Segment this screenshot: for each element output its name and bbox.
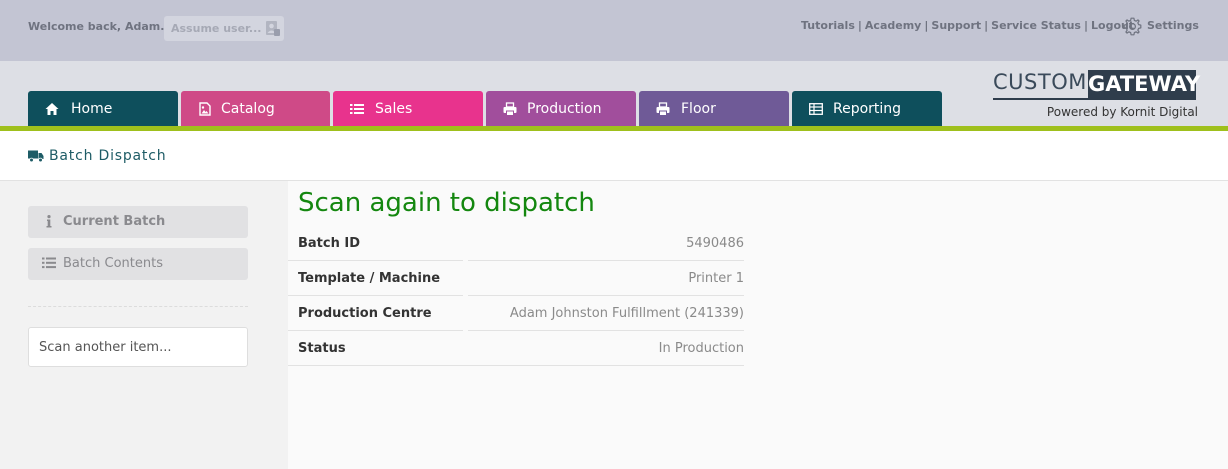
- current-batch-label: Current Batch: [63, 214, 166, 229]
- detail-label: Batch ID: [298, 236, 361, 251]
- scan-item-input[interactable]: [28, 327, 248, 367]
- tab-catalog[interactable]: Catalog: [181, 91, 330, 126]
- tab-home-label: Home: [71, 101, 113, 117]
- info-icon: [46, 215, 52, 228]
- home-icon: [45, 103, 59, 115]
- service-status-link[interactable]: Service Status: [991, 19, 1081, 32]
- detail-value: In Production: [658, 341, 744, 356]
- link-separator: |: [924, 19, 929, 32]
- tutorials-link[interactable]: Tutorials: [801, 19, 855, 32]
- table-icon: [809, 103, 823, 115]
- logo-rule: [993, 98, 1196, 100]
- printer-icon: [503, 102, 517, 116]
- sidebar: Current Batch Batch Contents: [0, 181, 288, 469]
- detail-label: Template / Machine: [298, 271, 441, 286]
- batch-contents-button[interactable]: Batch Contents: [28, 248, 248, 280]
- tab-home[interactable]: Home: [28, 91, 178, 126]
- top-bar: Welcome back, Adam... Assume user... Tut…: [0, 0, 1228, 61]
- detail-label: Production Centre: [298, 306, 432, 321]
- tab-reporting[interactable]: Reporting: [792, 91, 942, 126]
- link-separator: |: [984, 19, 989, 32]
- detail-value: Adam Johnston Fulfillment (241339): [509, 306, 744, 321]
- tab-production-label: Production: [527, 101, 602, 117]
- support-link[interactable]: Support: [931, 19, 981, 32]
- link-separator: |: [857, 19, 862, 32]
- tab-production[interactable]: Production: [486, 91, 636, 126]
- gear-icon: [1123, 17, 1142, 36]
- list-icon: [350, 104, 364, 114]
- detail-label: Status: [298, 341, 346, 356]
- tab-floor[interactable]: Floor: [639, 91, 789, 126]
- top-links: Tutorials | Academy | Support | Service Status…: [801, 19, 1134, 32]
- image-icon: [199, 102, 211, 116]
- logo-custom-text: CUSTOM: [993, 70, 1087, 94]
- tab-floor-label: Floor: [681, 101, 716, 117]
- current-batch-button[interactable]: Current Batch: [28, 206, 248, 238]
- settings-label: Settings: [1147, 19, 1199, 32]
- custom-gateway-logo[interactable]: CUSTOM GATEWAY Powered by Kornit Digital: [993, 70, 1201, 122]
- row-divider: [288, 365, 744, 366]
- tab-sales[interactable]: Sales: [333, 91, 483, 126]
- truck-icon: [28, 150, 44, 162]
- list-icon: [42, 257, 56, 269]
- logo-gateway-text: GATEWAY: [1088, 70, 1201, 98]
- link-separator: |: [1083, 19, 1089, 32]
- academy-link[interactable]: Academy: [865, 19, 921, 32]
- welcome-text: Welcome back, Adam...: [28, 20, 173, 33]
- tab-catalog-label: Catalog: [221, 101, 275, 117]
- sidebar-divider: [28, 306, 248, 307]
- detail-row-batch-id: Batch ID 5490486: [288, 226, 744, 261]
- dispatch-heading: Scan again to dispatch: [298, 188, 595, 218]
- detail-row-status: Status In Production: [288, 331, 744, 366]
- assume-user-field[interactable]: Assume user...: [164, 16, 284, 41]
- batch-contents-label: Batch Contents: [63, 256, 163, 271]
- printer-icon: [656, 102, 670, 116]
- detail-row-production-centre: Production Centre Adam Johnston Fulfillm…: [288, 296, 744, 331]
- tab-sales-label: Sales: [375, 101, 413, 117]
- detail-value: Printer 1: [688, 271, 744, 286]
- logo-powered-by: Powered by Kornit Digital: [1046, 105, 1198, 119]
- tab-reporting-label: Reporting: [833, 101, 902, 117]
- page-header: Batch Dispatch: [0, 131, 1228, 181]
- detail-value: 5490486: [686, 236, 744, 251]
- assume-user-placeholder: Assume user...: [171, 22, 262, 35]
- page-title: Batch Dispatch: [49, 148, 167, 164]
- switch-user-icon[interactable]: [265, 20, 280, 37]
- detail-row-template-machine: Template / Machine Printer 1: [288, 261, 744, 296]
